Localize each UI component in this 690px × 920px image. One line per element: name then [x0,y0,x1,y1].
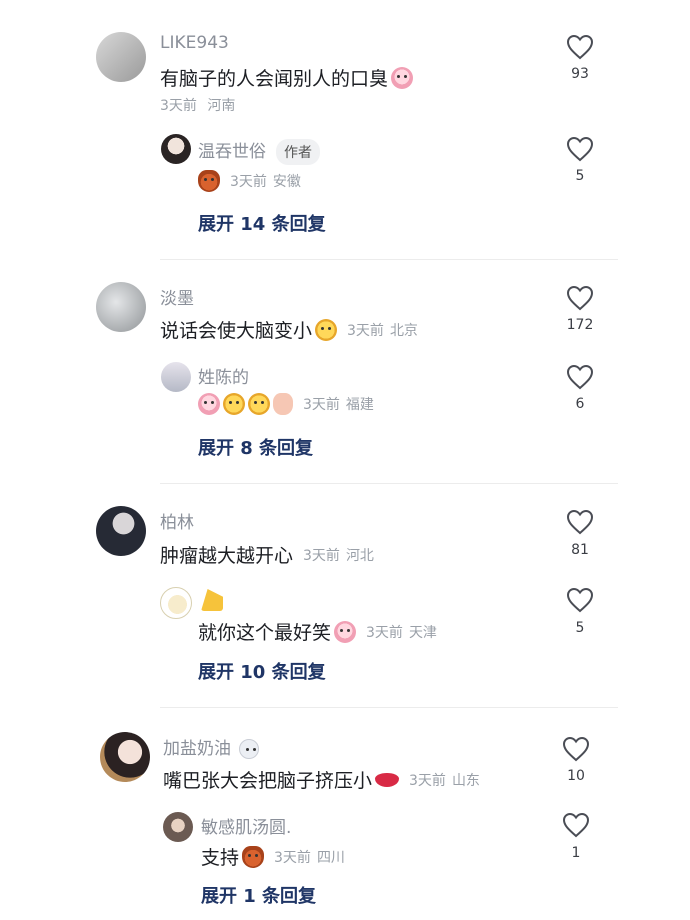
reply-avatar[interactable] [163,812,193,842]
reply-username: 温吞世俗 作者 [198,137,320,165]
reply-body: 支持 [201,847,240,869]
reply-username-text[interactable]: 温吞世俗 [198,142,266,162]
thumbs-up-emoji-icon [273,393,293,415]
divider [160,259,618,260]
author-badge: 作者 [276,139,320,165]
comment-body: 嘴巴张大会把脑子挤压小 [163,770,373,792]
like-count: 93 [571,66,589,82]
reply-text: 就你这个最好笑 3天前 天津 [198,618,437,645]
reply-location: 安徽 [272,174,301,190]
expand-replies-link[interactable]: 展开 8 条回复 [198,434,313,460]
like-heart-icon[interactable] [566,364,594,390]
comment-username-text[interactable]: 加盐奶油 [163,739,231,759]
comment-text: 说话会使大脑变小 3天前 北京 [160,316,418,343]
like-heart-icon[interactable] [566,34,594,60]
comment-text: 肿瘤越大越开心 3天前 河北 [160,541,374,568]
comment-meta: 3天前 河南 [160,95,235,115]
reply-body: 就你这个最好笑 [198,622,332,644]
like-count: 6 [575,396,585,412]
comment-location: 河北 [345,547,374,564]
crying-emoji-icon [198,393,220,415]
like-count: 172 [566,317,594,333]
comment-time: 3天前 [347,322,384,339]
avatar[interactable] [96,282,146,332]
like-heart-icon[interactable] [566,587,594,613]
comment-text: 嘴巴张大会把脑子挤压小 3天前 山东 [163,766,480,793]
reply-time: 3天前 [274,849,311,866]
avatar[interactable] [100,732,150,782]
comment-location: 山东 [451,772,480,789]
reply-text: 3天前 安徽 [198,170,301,192]
expand-replies-link[interactable]: 展开 1 条回复 [201,882,316,908]
comment-body: 有脑子的人会闻别人的口臭 [160,68,389,90]
reply-time: 3天前 [366,624,403,641]
comment-text: 有脑子的人会闻别人的口臭 [160,64,414,91]
avatar[interactable] [96,506,146,556]
divider [160,483,618,484]
like-count: 5 [575,168,585,184]
avatar[interactable] [96,32,146,82]
devil-emoji-icon [198,170,220,192]
reply-location: 天津 [408,624,437,641]
lips-emoji-icon [375,772,400,787]
smirk-emoji-icon [248,393,270,415]
comment-username[interactable]: LIKE943 [160,33,229,53]
cheese-emoji-icon [201,589,223,611]
divider [160,707,618,708]
like-heart-icon[interactable] [566,285,594,311]
comment-body: 说话会使大脑变小 [160,320,313,342]
like-count: 10 [567,768,585,784]
comment-username[interactable]: 柏林 [160,508,194,533]
like-heart-icon[interactable] [562,812,590,838]
reply-username[interactable]: 敏感肌汤圆. [201,813,291,838]
smirk-emoji-icon [223,393,245,415]
reply-time: 3天前 [303,397,340,413]
comment-body: 肿瘤越大越开心 [160,545,294,567]
reply-username[interactable]: 姓陈的 [198,363,249,388]
like-count: 5 [575,620,585,636]
crying-emoji-icon [391,66,414,89]
like-count: 81 [571,542,589,558]
angry-emoji-icon [242,845,265,868]
reply-avatar[interactable] [160,587,192,619]
comment-time: 3天前 [303,547,340,564]
rabbit-emoji-icon [239,739,260,759]
reply-time: 3天前 [230,174,267,190]
comment-username[interactable]: 淡墨 [160,284,194,309]
expand-replies-link[interactable]: 展开 14 条回复 [198,210,326,236]
comment-time: 3天前 [160,98,197,114]
like-heart-icon[interactable] [566,509,594,535]
comment-location: 河南 [207,98,236,114]
like-heart-icon[interactable] [562,736,590,762]
reply-location: 四川 [316,849,345,866]
reply-text: 3天前 福建 [198,393,374,415]
reply-text: 支持 3天前 四川 [201,843,345,870]
expand-replies-link[interactable]: 展开 10 条回复 [198,658,326,684]
like-count: 1 [571,845,581,861]
reply-avatar[interactable] [161,362,191,392]
smirk-emoji-icon [315,318,338,341]
crying-emoji-icon [334,620,357,643]
comment-time: 3天前 [409,772,446,789]
like-heart-icon[interactable] [566,136,594,162]
reply-location: 福建 [345,397,374,413]
reply-avatar[interactable] [161,134,191,164]
comment-location: 北京 [389,322,418,339]
comment-username: 加盐奶油 [163,734,260,759]
